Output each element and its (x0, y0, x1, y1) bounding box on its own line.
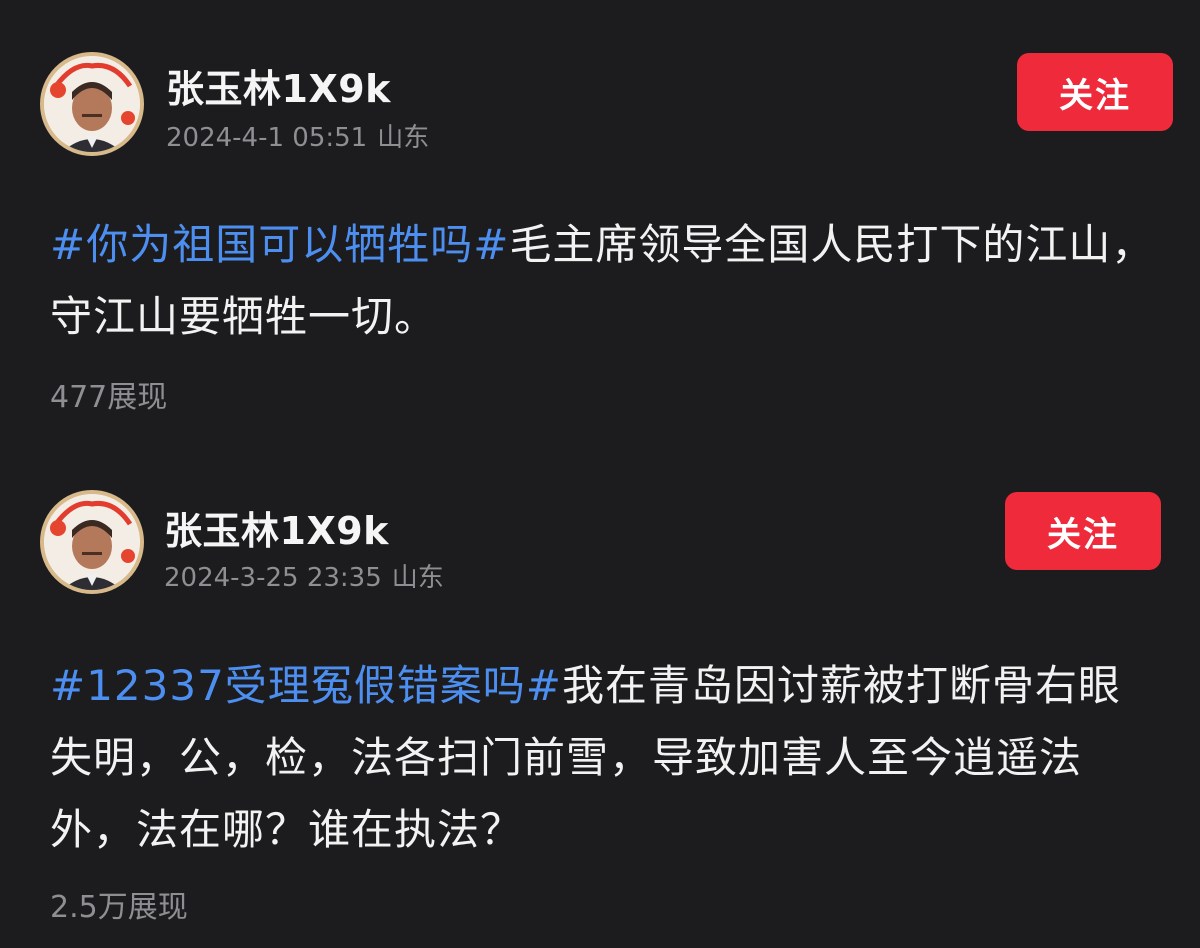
view-count: 477展现 (50, 380, 168, 415)
post-content: #12337受理冤假错案吗#我在青岛因讨薪被打断骨右眼失明，公，检，法各扫门前雪… (50, 650, 1145, 866)
avatar[interactable] (40, 490, 144, 594)
avatar[interactable] (40, 52, 144, 156)
timestamp: 2024-4-1 05:51 (166, 123, 368, 153)
view-count: 2.5万展现 (50, 890, 188, 925)
location: 山东 (377, 123, 430, 153)
post-meta: 2024-3-25 23:35 山东 (164, 557, 444, 594)
topic-link[interactable]: #12337受理冤假错案吗# (50, 661, 562, 710)
follow-button[interactable]: 关注 (1017, 53, 1173, 131)
follow-button[interactable]: 关注 (1005, 492, 1161, 570)
post-content: #你为祖国可以牺牲吗#毛主席领导全国人民打下的江山，守江山要牺牲一切。 (50, 209, 1170, 353)
username[interactable]: 张玉林1X9k (164, 500, 389, 555)
avatar-portrait-icon (44, 494, 140, 590)
location: 山东 (391, 563, 444, 593)
post-header: 张玉林1X9k 2024-3-25 23:35 山东 关注 (0, 470, 1200, 640)
post-card: 张玉林1X9k 2024-3-25 23:35 山东 关注 #12337受理冤假错… (0, 470, 1200, 948)
post-meta: 2024-4-1 05:51 山东 (166, 117, 429, 154)
post-card: 张玉林1X9k 2024-4-1 05:51 山东 关注 #你为祖国可以牺牲吗#毛… (0, 0, 1200, 470)
timestamp: 2024-3-25 23:35 (164, 563, 382, 593)
post-header: 张玉林1X9k 2024-4-1 05:51 山东 关注 (0, 0, 1200, 170)
avatar-portrait-icon (44, 56, 140, 152)
topic-link[interactable]: #你为祖国可以牺牲吗# (50, 220, 509, 269)
username[interactable]: 张玉林1X9k (166, 58, 391, 113)
